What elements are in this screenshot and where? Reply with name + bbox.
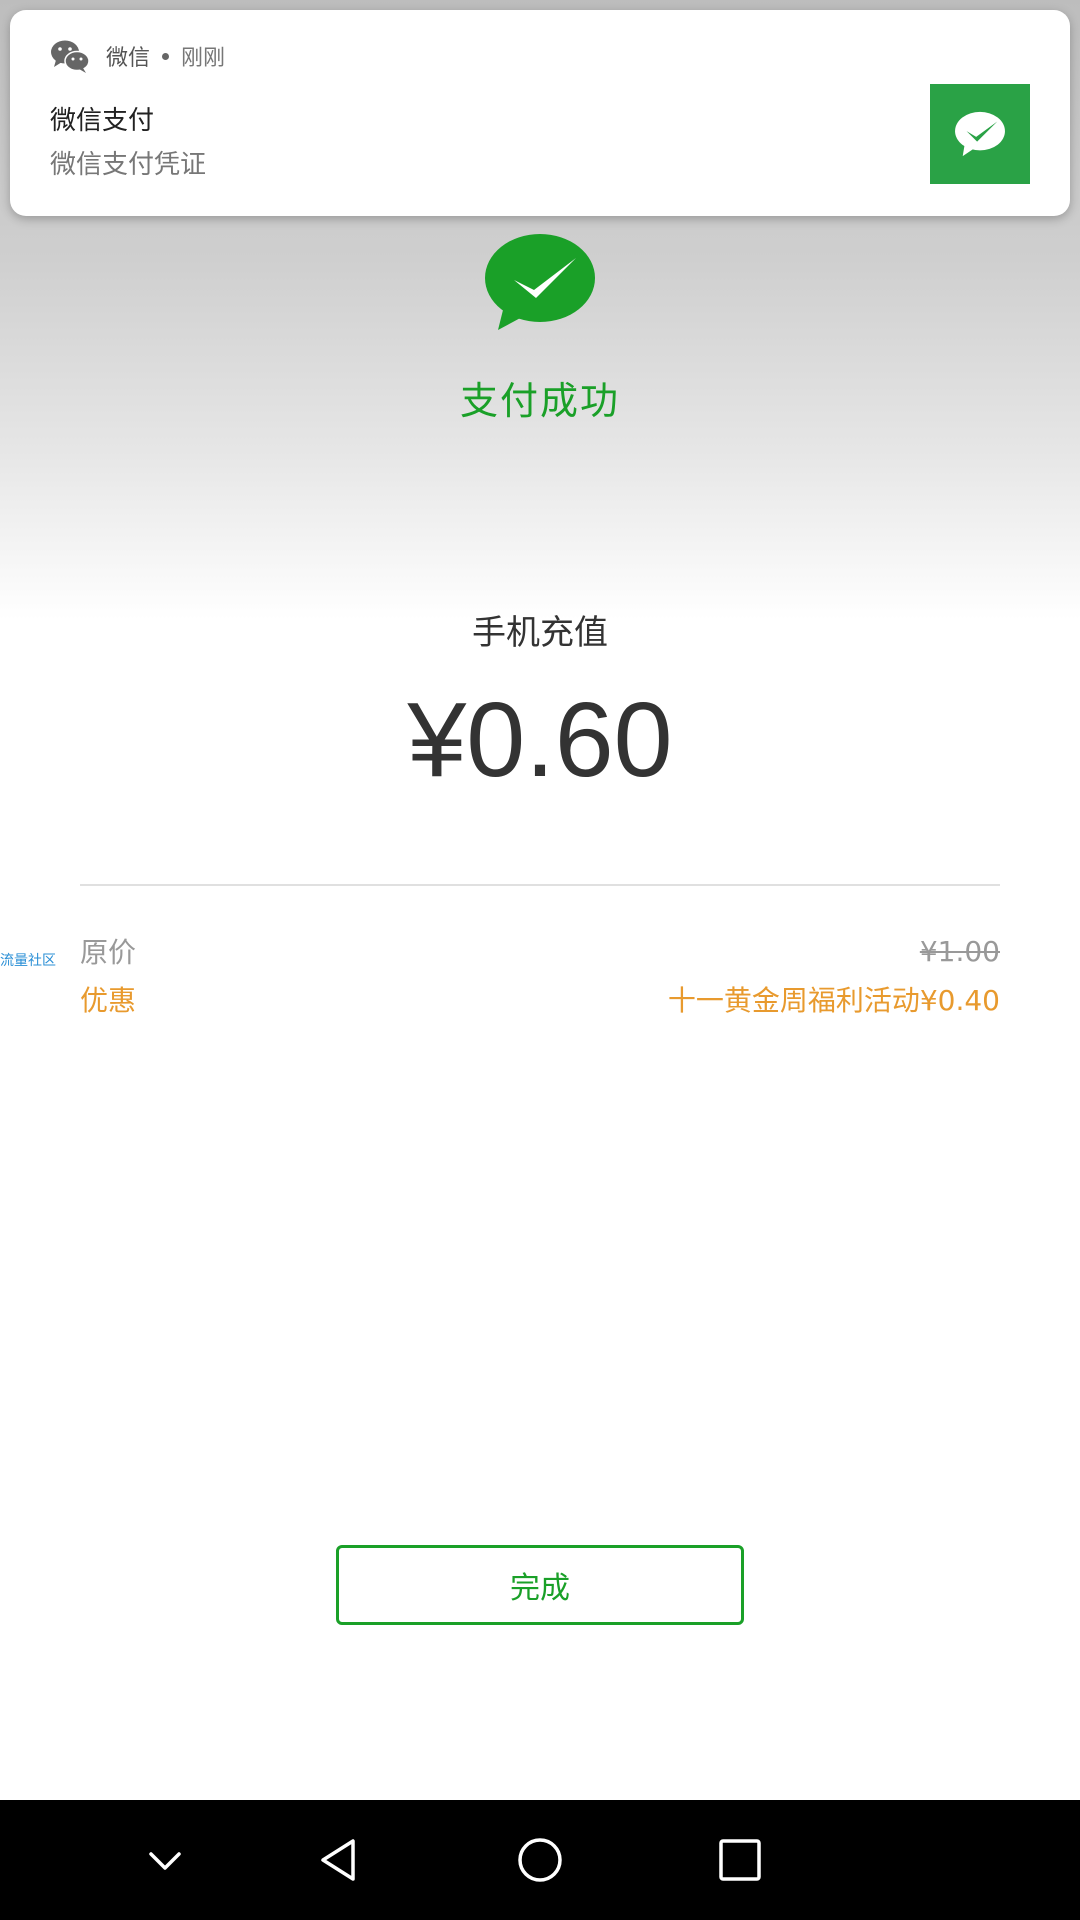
nav-back-button[interactable] (310, 1830, 370, 1890)
separator-dot (162, 52, 170, 60)
done-button[interactable]: 完成 (336, 1545, 744, 1625)
back-icon (321, 1839, 355, 1881)
original-price-label: 原价 (80, 936, 137, 969)
original-price-row: 原价 ¥1.00 (80, 931, 1000, 971)
notification-app-name: 微信 (106, 46, 151, 71)
wechat-pay-thumbnail (930, 84, 1030, 184)
system-navigation-bar (0, 1800, 1080, 1920)
nav-home-button[interactable] (510, 1830, 570, 1890)
watermark-text: 流量社区 (0, 953, 56, 969)
notification-title: 微信支付 (50, 106, 155, 136)
original-price-value: ¥1.00 (919, 934, 1000, 968)
notification-time: 刚刚 (181, 46, 226, 71)
chevron-down-icon (149, 1852, 181, 1870)
discount-label: 优惠 (80, 984, 137, 1017)
notification-header: 微信 刚刚 (50, 36, 225, 76)
home-icon (518, 1838, 562, 1882)
wechat-pay-icon (955, 111, 1005, 157)
payment-success-title: 支付成功 (459, 379, 620, 423)
discount-row: 优惠 十一黄金周福利活动¥0.40 (80, 979, 1000, 1019)
nav-chevron-down-button[interactable] (135, 1830, 195, 1890)
notification-text: 微信支付凭证 (50, 150, 207, 180)
recents-icon (719, 1839, 761, 1881)
divider (80, 884, 1000, 886)
nav-recents-button[interactable] (710, 1830, 770, 1890)
merchant-name: 手机充值 (472, 613, 608, 653)
notification-card[interactable]: 微信 刚刚 微信支付 微信支付凭证 (10, 10, 1070, 216)
discount-value: 十一黄金周福利活动¥0.40 (667, 984, 1000, 1017)
wechat-icon (51, 40, 90, 73)
payment-amount: ¥0.60 (407, 681, 673, 799)
payment-success-screen: 微信 刚刚 微信支付 微信支付凭证 支付成功 手机充值 ¥0.60 流量社区 原… (0, 0, 1080, 1800)
payment-success-icon (485, 234, 595, 330)
